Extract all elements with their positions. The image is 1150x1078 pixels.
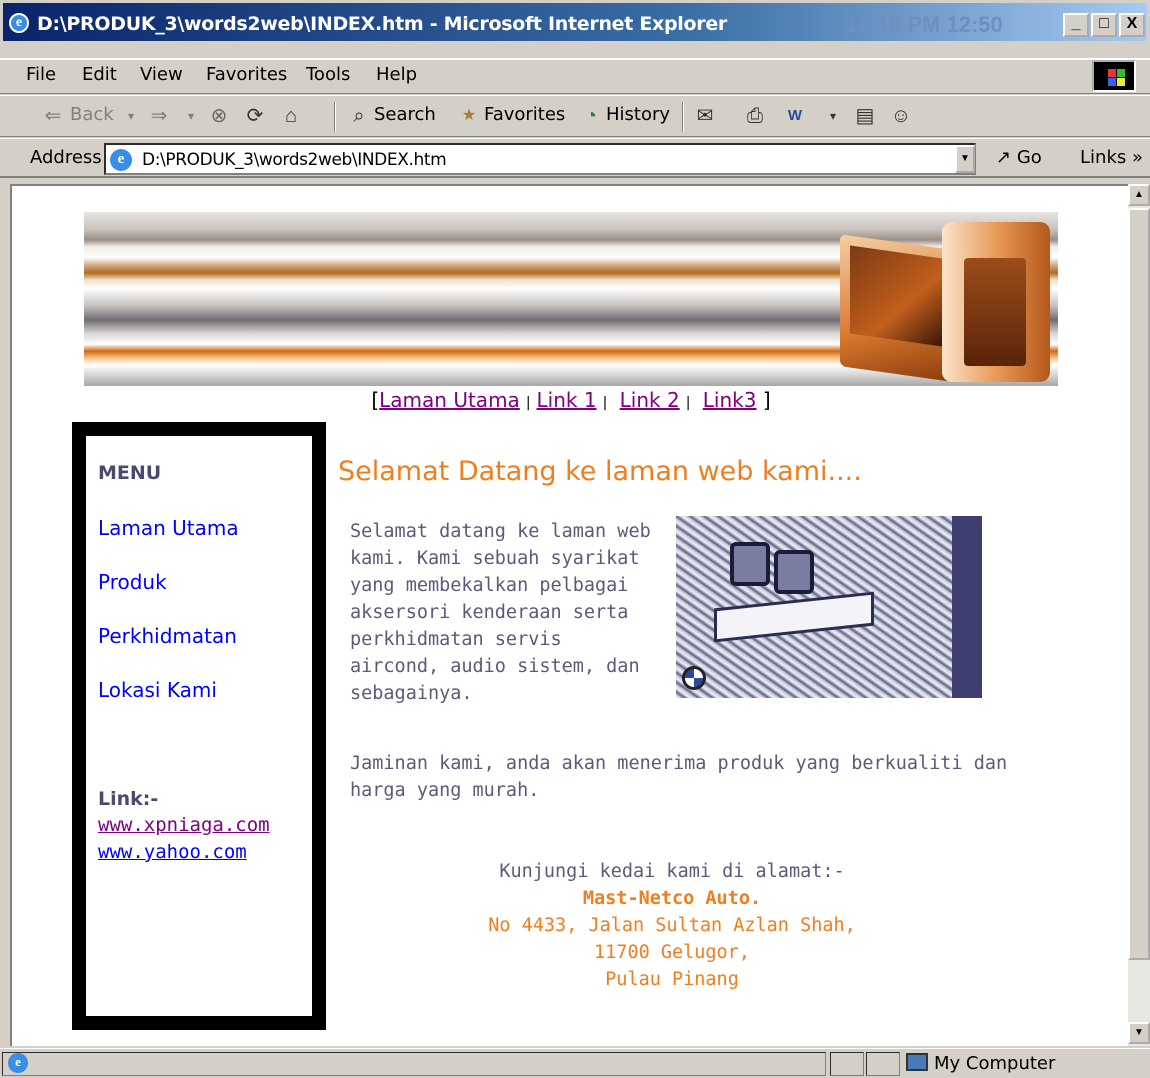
- address-block: Kunjungi kedai kami di alamat:- Mast-Net…: [322, 858, 1022, 993]
- status-text-panel: [2, 1052, 826, 1076]
- guarantee-paragraph: Jaminan kami, anda akan menerima produk …: [350, 753, 1008, 801]
- computer-tower-image: [942, 222, 1050, 382]
- stop-icon[interactable]: ⊗: [206, 103, 232, 129]
- address-input[interactable]: e D:\PRODUK_3\words2web\INDEX.htm: [104, 143, 976, 175]
- address-line-3: Pulau Pinang: [605, 969, 739, 990]
- edit-word-icon[interactable]: W: [782, 103, 808, 129]
- search-button[interactable]: Search: [374, 104, 436, 125]
- links-title: Link:-: [98, 788, 159, 810]
- back-dropdown-icon[interactable]: ▾: [118, 103, 144, 129]
- menu-bar: File Edit View Favorites Tools Help: [0, 58, 1150, 94]
- standard-toolbar: ⇐ Back ▾ ⇒ ▾ ⊗ ⟳ ⌂ ⌕ Search ★ Favorites …: [0, 95, 1150, 137]
- forward-button[interactable]: ⇒: [146, 103, 172, 129]
- nav-link-1[interactable]: Link 1: [537, 388, 597, 412]
- top-navigation: [Laman Utama | Link 1 | Link 2 | Link3 ]: [371, 388, 771, 412]
- address-line-1: No 4433, Jalan Sultan Azlan Shah,: [488, 915, 856, 936]
- nav-bracket-open: [: [371, 388, 380, 412]
- vertical-scrollbar[interactable]: ▲ ▼: [1128, 184, 1150, 1046]
- back-button[interactable]: Back: [70, 104, 114, 125]
- address-label: Address: [30, 147, 102, 168]
- company-name: Mast-Netco Auto.: [582, 888, 762, 909]
- sidebar-item-lokasi-kami[interactable]: Lokasi Kami: [98, 678, 217, 702]
- history-button[interactable]: History: [606, 104, 670, 125]
- mail-icon[interactable]: ✉: [692, 103, 718, 129]
- page-heading: Selamat Datang ke laman web kami....: [338, 456, 862, 487]
- menu-view[interactable]: View: [140, 64, 183, 85]
- intro-paragraph: Selamat datang ke laman web kami. Kami s…: [350, 521, 651, 704]
- nav-link-3[interactable]: Link3: [703, 388, 757, 412]
- toolbar-separator: [682, 102, 684, 132]
- computer-icon: [906, 1053, 928, 1071]
- history-icon: ◔: [584, 105, 598, 127]
- minimize-button[interactable]: _: [1063, 13, 1089, 37]
- page-viewport[interactable]: [Laman Utama | Link 1 | Link 2 | Link3 ] MEN…: [10, 184, 1128, 1046]
- monitor-image: [840, 234, 952, 382]
- address-url[interactable]: D:\PRODUK_3\words2web\INDEX.htm: [142, 150, 447, 170]
- search-icon: ⌕: [353, 105, 365, 127]
- security-zone: My Computer: [906, 1053, 1055, 1074]
- link-yahoo[interactable]: www.yahoo.com: [98, 841, 247, 863]
- go-arrow-icon: ↗: [996, 147, 1017, 168]
- address-dropdown-icon[interactable]: ▼: [955, 145, 975, 173]
- menu-edit[interactable]: Edit: [82, 64, 117, 85]
- ie-app-icon[interactable]: e: [9, 13, 29, 33]
- sidebar-item-perkhidmatan[interactable]: Perkhidmatan: [98, 624, 237, 648]
- favorites-icon: ★: [461, 107, 477, 124]
- go-button[interactable]: ↗ Go: [996, 147, 1042, 168]
- nav-bracket-close: ]: [762, 388, 771, 412]
- scroll-down-icon[interactable]: ▼: [1128, 1022, 1150, 1044]
- edit-dropdown-icon[interactable]: ▾: [820, 103, 846, 129]
- bmw-logo-icon: [682, 666, 706, 690]
- visit-lead: Kunjungi kedai kami di alamat:-: [499, 861, 845, 882]
- menu-file[interactable]: File: [26, 64, 56, 85]
- forward-dropdown-icon[interactable]: ▾: [178, 103, 204, 129]
- car-image: [676, 516, 982, 698]
- menu-help[interactable]: Help: [376, 64, 417, 85]
- menu-favorites[interactable]: Favorites: [206, 64, 287, 85]
- clock-overlay: 12:18 PM 12:50: [845, 12, 1003, 37]
- sidebar-menu: MENU Laman Utama Produk Perkhidmatan Lok…: [72, 422, 326, 1030]
- links-button[interactable]: Links »: [1080, 147, 1143, 168]
- status-bar: e My Computer: [0, 1048, 1150, 1078]
- menu-title: MENU: [98, 462, 162, 484]
- address-line-2: 11700 Gelugor,: [594, 942, 750, 963]
- maximize-button[interactable]: □: [1091, 13, 1117, 37]
- address-bar: Address e D:\PRODUK_3\words2web\INDEX.ht…: [0, 138, 1150, 178]
- zone-label: My Computer: [934, 1053, 1056, 1074]
- page-icon: e: [110, 149, 132, 171]
- status-panel: [830, 1052, 864, 1076]
- window-title: D:\PRODUK_3\words2web\INDEX.htm - Micros…: [37, 13, 727, 35]
- home-icon[interactable]: ⌂: [278, 103, 304, 129]
- title-bar: e D:\PRODUK_3\words2web\INDEX.htm - Micr…: [0, 0, 1150, 44]
- favorites-button[interactable]: Favorites: [484, 104, 565, 125]
- scroll-up-icon[interactable]: ▲: [1128, 184, 1150, 206]
- sidebar-item-laman-utama[interactable]: Laman Utama: [98, 516, 239, 540]
- print-icon[interactable]: ⎙: [742, 103, 768, 129]
- windows-logo-icon: [1092, 60, 1136, 92]
- nav-link-laman-utama[interactable]: Laman Utama: [379, 388, 520, 412]
- go-label: Go: [1016, 147, 1042, 168]
- discuss-icon[interactable]: ▤: [852, 103, 878, 129]
- messenger-icon[interactable]: ☺: [888, 103, 914, 129]
- back-arrow-icon: ⇐: [44, 105, 62, 127]
- header-banner-image: [84, 212, 1058, 386]
- refresh-icon[interactable]: ⟳: [242, 103, 268, 129]
- link-xpniaga[interactable]: www.xpniaga.com: [98, 814, 270, 836]
- nav-link-2[interactable]: Link 2: [620, 388, 680, 412]
- status-panel: [866, 1052, 900, 1076]
- scroll-thumb[interactable]: [1128, 208, 1150, 960]
- menu-tools[interactable]: Tools: [306, 64, 350, 85]
- toolbar-separator: [334, 102, 336, 132]
- sidebar-item-produk[interactable]: Produk: [98, 570, 167, 594]
- close-button[interactable]: X: [1119, 13, 1145, 37]
